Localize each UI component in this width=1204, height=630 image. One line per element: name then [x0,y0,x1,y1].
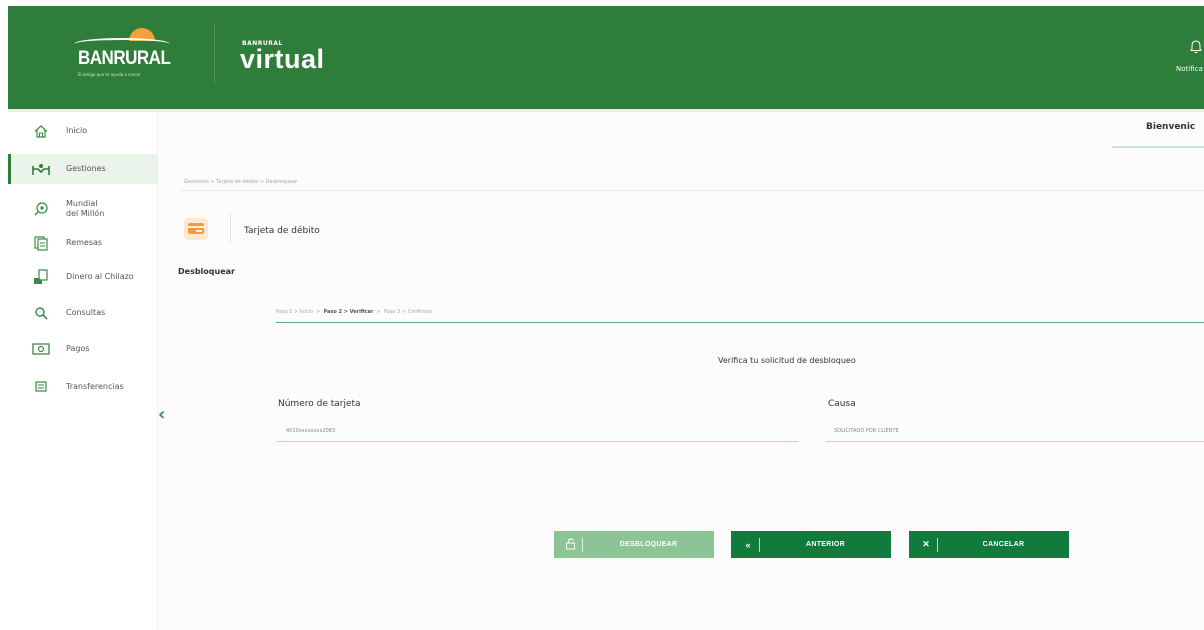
page-title: Tarjeta de débito [244,226,320,236]
hands-icon [30,160,52,178]
collapse-sidebar-chevron-icon[interactable]: ‹ [158,404,165,425]
search-icon [30,304,52,322]
cancel-button[interactable]: ✕ CANCELAR [909,531,1069,558]
step-2-current: Paso 2 > Verificar [323,309,374,315]
card-number-value: 4010xxxxxxxx2083 [286,428,336,434]
double-chevron-left-icon: « [745,539,751,550]
debit-card-icon-stripe [188,226,204,228]
sidebar-item-label: Pagos [66,344,90,353]
previous-button-label: ANTERIOR [806,541,845,548]
header-divider [214,24,215,84]
title-separator [230,214,231,242]
ball-icon [30,200,52,218]
welcome-tab[interactable]: Bienvenic [1146,122,1195,132]
cause-value: SOLICITADO POR CLIENTE [834,428,899,434]
cash-icon [30,268,52,286]
sidebar-item-label: Consultas [66,308,106,317]
sidebar-item-remesas[interactable]: Remesas [8,228,158,258]
sidebar-item-transferencias[interactable]: Transferencias [8,372,158,402]
section-title: Desbloquear [178,267,235,276]
breadcrumb: Gestiones > Tarjeta de débito > Desbloqu… [184,179,298,185]
sidebar-item-label: Remesas [66,238,103,247]
sidebar-item-label-line2: del Millón [66,209,105,218]
debit-card-icon-body [188,223,204,234]
cause-underline [826,441,1204,442]
sidebar-item-label: Dinero al Chilazo [66,272,134,281]
virtual-logo-text: virtual [240,44,325,74]
debit-card-icon-chip [196,230,202,232]
previous-button[interactable]: « ANTERIOR [731,531,891,558]
close-icon: ✕ [922,539,930,549]
sidebar-item-label: Mundial del Millón [66,199,104,219]
welcome-tab-underline [1112,146,1204,148]
debit-card-icon [184,218,208,240]
verification-heading: Verifica tu solicitud de desbloqueo [718,356,856,365]
card-number-label: Número de tarjeta [278,399,361,409]
sidebar-item-consultas[interactable]: Consultas [8,298,158,328]
step-separator: > [374,309,384,315]
logo-tagline: El amigo que te ayuda a crecer [78,72,141,77]
card-number-underline [276,441,798,442]
transfer-icon [30,378,52,396]
unlock-button-label: DESBLOQUEAR [619,541,678,548]
bill-icon [30,340,52,358]
sidebar-item-label: Inicio [66,126,88,135]
sidebar-item-gestiones[interactable]: Gestiones [8,154,158,184]
bell-icon [1190,40,1204,57]
sidebar-item-label-line1: Mundial [66,199,98,208]
sidebar-item-pagos[interactable]: Pagos [8,334,158,364]
notifications-label: Notifica [1176,65,1203,73]
step-1: Paso 1 > Inicio [276,309,313,315]
sidebar-item-inicio[interactable]: Inicio [8,116,158,146]
top-header: BANRURAL El amigo que te ayuda a crecer … [8,6,1204,112]
step-indicator-line [276,322,1204,323]
sidebar: Inicio Gestiones Mundial del Millón Reme… [8,112,158,630]
money-icon [30,234,52,252]
banrural-logo[interactable]: BANRURAL El amigo que te ayuda a crecer [74,28,171,84]
notifications-button[interactable]: Notifica [1176,40,1204,73]
breadcrumb-divider [180,190,1204,191]
home-icon [30,122,52,140]
cancel-button-label: CANCELAR [982,541,1025,548]
step-3: Paso 3 > Confirmar [383,309,433,315]
sidebar-item-mundial[interactable]: Mundial del Millón [8,194,158,224]
sidebar-item-dinero-al-chilazo[interactable]: Dinero al Chilazo [8,262,158,292]
app-frame: BANRURAL El amigo que te ayuda a crecer … [8,6,1204,630]
unlock-icon [560,537,582,552]
sidebar-item-label: Gestiones [66,164,106,173]
logo-brand-text: BANRURAL [78,46,171,69]
unlock-button[interactable]: DESBLOQUEAR [554,531,714,558]
step-indicator: Paso 1 > Inicio > Paso 2 > Verificar > P… [276,309,432,315]
sidebar-item-label: Transferencias [66,382,124,391]
cause-label: Causa [828,399,856,409]
